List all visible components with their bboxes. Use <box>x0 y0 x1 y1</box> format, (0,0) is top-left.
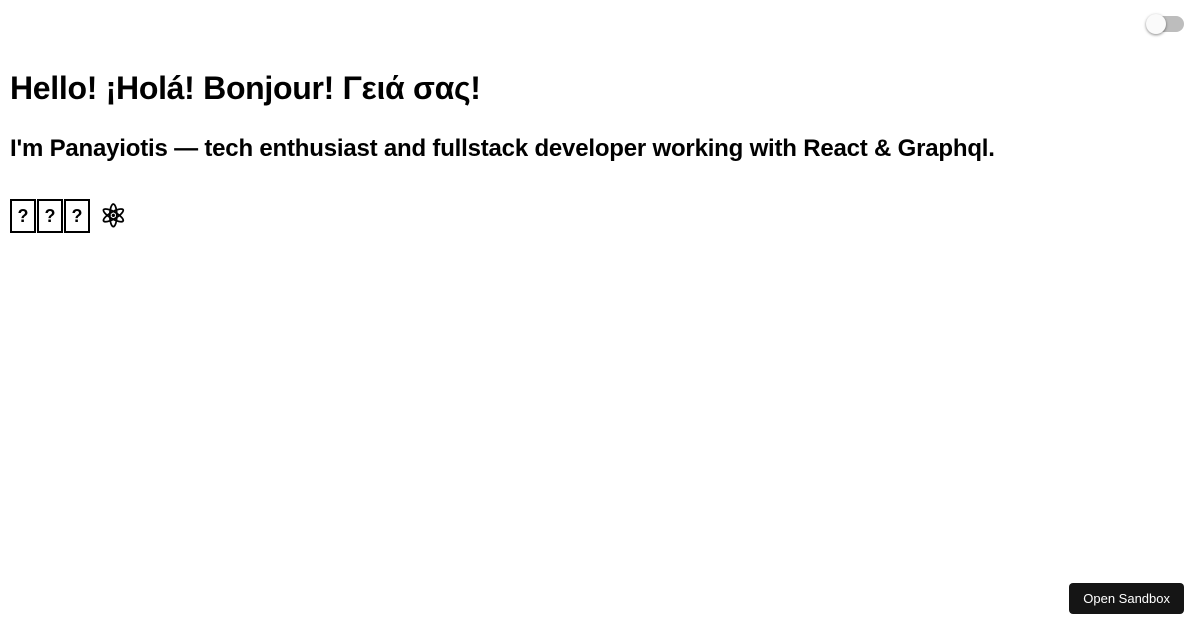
tofu-glyph: ? <box>10 199 36 233</box>
open-sandbox-button[interactable]: Open Sandbox <box>1069 583 1184 614</box>
tofu-glyph: ? <box>64 199 90 233</box>
emoji-line: ? ? ? ⚛ <box>10 199 1190 233</box>
intro-subheading: I'm Panayiotis — tech enthusiast and ful… <box>10 135 1190 163</box>
theme-toggle[interactable] <box>1148 16 1184 32</box>
unrendered-glyphs: ? ? ? <box>10 199 91 233</box>
atom-icon: ⚛ <box>99 200 128 232</box>
main-content: Hello! ¡Holá! Bonjour! Γειά σας! I'm Pan… <box>10 10 1190 233</box>
greeting-heading: Hello! ¡Holá! Bonjour! Γειά σας! <box>10 70 1190 107</box>
tofu-glyph: ? <box>37 199 63 233</box>
toggle-knob <box>1146 14 1166 34</box>
